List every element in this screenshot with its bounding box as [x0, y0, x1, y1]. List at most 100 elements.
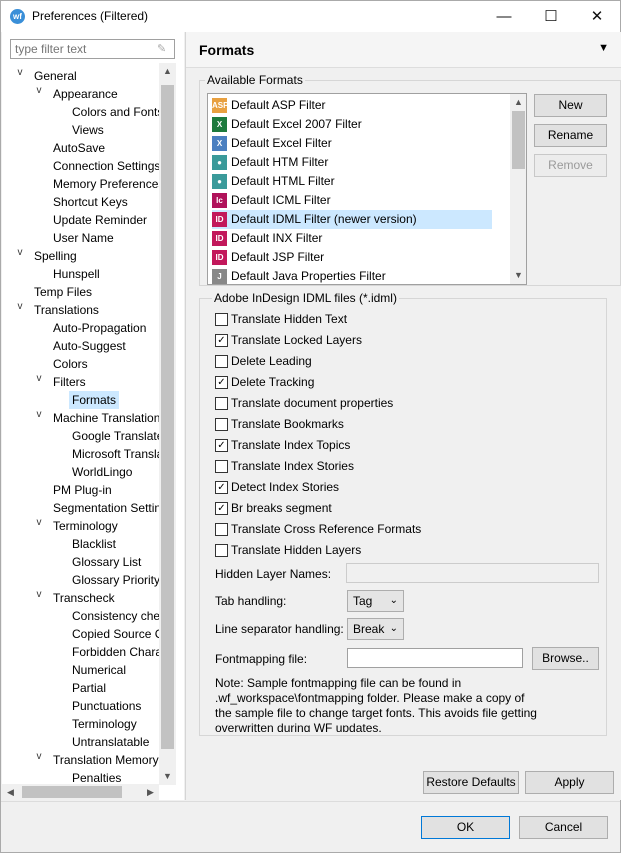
tree-expand-chevron-icon[interactable]: v	[14, 67, 26, 85]
tree-item[interactable]: Formats	[69, 391, 120, 409]
tree-expand-chevron-icon[interactable]: v	[14, 247, 26, 265]
filter-field[interactable]: ✎	[10, 39, 175, 59]
java-file-icon: J	[212, 269, 227, 284]
scroll-down-arrow-icon[interactable]: ▼	[510, 267, 526, 284]
scroll-right-arrow-icon[interactable]: ▶	[142, 784, 159, 800]
checkbox-unchecked-icon[interactable]	[215, 355, 228, 368]
ok-button[interactable]: OK	[421, 816, 510, 839]
browse-button[interactable]: Browse..	[532, 647, 599, 670]
tree-expand-chevron-icon[interactable]: v	[33, 409, 45, 427]
tree-expand-chevron-icon[interactable]: v	[33, 373, 45, 391]
tree-item[interactable]: Segmentation Settings	[53, 499, 159, 517]
tree-item[interactable]: Numerical	[72, 661, 126, 679]
scrollbar-thumb[interactable]	[512, 111, 525, 169]
tree-item[interactable]: Copied Source Check	[72, 625, 159, 643]
tree-expand-chevron-icon[interactable]: v	[33, 589, 45, 607]
tree-item[interactable]: Colors and Fonts	[72, 103, 159, 121]
checkbox-unchecked-icon[interactable]	[215, 397, 228, 410]
filter-input[interactable]	[11, 40, 151, 58]
minimize-button[interactable]: —	[481, 1, 527, 32]
tree-item[interactable]: WorldLingo	[72, 463, 132, 481]
tab-handling-select[interactable]: Tag ⌄	[347, 590, 404, 612]
tree-expand-chevron-icon[interactable]: v	[33, 517, 45, 535]
tree-item[interactable]: Update Reminder	[53, 211, 147, 229]
tree-expand-chevron-icon[interactable]: v	[33, 751, 45, 769]
fontmapping-file-input[interactable]	[347, 648, 523, 668]
tree-item[interactable]: Terminology	[72, 715, 137, 733]
tree-item[interactable]: Terminology	[53, 517, 118, 535]
close-button[interactable]: ✕	[574, 1, 620, 32]
app-icon: wf	[10, 9, 25, 24]
scroll-up-arrow-icon[interactable]: ▲	[159, 63, 176, 80]
maximize-button[interactable]: ☐	[528, 1, 574, 32]
tree-item[interactable]: Spelling	[34, 247, 77, 265]
cancel-button[interactable]: Cancel	[519, 816, 608, 839]
checkbox-unchecked-icon[interactable]	[215, 460, 228, 473]
tree-item[interactable]: Auto-Suggest	[53, 337, 126, 355]
note-line: Note: Sample fontmapping file can be fou…	[215, 676, 462, 690]
tree-horizontal-scrollbar[interactable]: ◀ ▶	[2, 784, 159, 800]
tree-item[interactable]: PM Plug-in	[53, 481, 112, 499]
tree-item[interactable]: Views	[72, 121, 104, 139]
restore-defaults-button[interactable]: Restore Defaults	[423, 771, 519, 794]
tree-item[interactable]: Punctuations	[72, 697, 141, 715]
tree-item[interactable]: Microsoft Translator	[72, 445, 159, 463]
clear-filter-icon[interactable]: ✎	[157, 42, 171, 56]
tree-item[interactable]: Consistency check	[72, 607, 159, 625]
checkbox-checked-icon[interactable]: ✓	[215, 481, 228, 494]
remove-format-button[interactable]: Remove	[534, 154, 607, 177]
checkbox-checked-icon[interactable]: ✓	[215, 334, 228, 347]
tree-item[interactable]: AutoSave	[53, 139, 105, 157]
checkbox-unchecked-icon[interactable]	[215, 418, 228, 431]
format-label: Default JSP Filter	[231, 250, 325, 264]
tree-vertical-scrollbar[interactable]: ▲ ▼	[159, 63, 176, 785]
formats-list[interactable]: ASP Default ASP Filter X Default Excel 2007…	[207, 93, 527, 285]
tree-item[interactable]: Filters	[53, 373, 86, 391]
tree-item[interactable]: Translations	[34, 301, 99, 319]
tree-item[interactable]: Transcheck	[53, 589, 115, 607]
chevron-down-icon: ⌄	[389, 595, 398, 606]
tree-item[interactable]: Penalties	[72, 769, 121, 785]
scroll-down-arrow-icon[interactable]: ▼	[159, 768, 176, 785]
tree-item[interactable]: Memory Preferences	[53, 175, 159, 193]
tree-item[interactable]: Translation Memory	[53, 751, 159, 769]
tree-item[interactable]: Hunspell	[53, 265, 100, 283]
tree-item[interactable]: Appearance	[53, 85, 118, 103]
tree-item[interactable]: Temp Files	[34, 283, 92, 301]
tree-item[interactable]: Glossary List	[72, 553, 141, 571]
scrollbar-thumb[interactable]	[22, 786, 122, 798]
tree-item[interactable]: Colors	[53, 355, 88, 373]
tree-item[interactable]: Glossary Priority	[72, 571, 159, 589]
checkbox-checked-icon[interactable]: ✓	[215, 439, 228, 452]
checkbox-checked-icon[interactable]: ✓	[215, 502, 228, 515]
tree-item[interactable]: Machine Translation	[53, 409, 159, 427]
formats-list-scrollbar[interactable]: ▲ ▼	[510, 94, 526, 284]
rename-format-button[interactable]: Rename	[534, 124, 607, 147]
page-menu-icon[interactable]: ▼	[598, 42, 609, 54]
tree-item[interactable]: Untranslatable	[72, 733, 149, 751]
hidden-layer-names-field[interactable]	[346, 563, 599, 583]
checkbox-unchecked-icon[interactable]	[215, 313, 228, 326]
tree-item[interactable]: Partial	[72, 679, 106, 697]
tree-item[interactable]: Forbidden Characters	[72, 643, 159, 661]
chevron-down-icon: ⌄	[389, 623, 398, 634]
scroll-left-arrow-icon[interactable]: ◀	[2, 784, 19, 800]
format-list-item[interactable]: ID Default IDML Filter (newer version)	[212, 210, 492, 229]
scrollbar-thumb[interactable]	[161, 85, 174, 749]
tree-item[interactable]: Google Translate	[72, 427, 159, 445]
apply-button[interactable]: Apply	[525, 771, 614, 794]
checkbox-unchecked-icon[interactable]	[215, 544, 228, 557]
tree-item[interactable]: Auto-Propagation	[53, 319, 146, 337]
scroll-up-arrow-icon[interactable]: ▲	[510, 94, 526, 111]
checkbox-checked-icon[interactable]: ✓	[215, 376, 228, 389]
new-format-button[interactable]: New	[534, 94, 607, 117]
checkbox-unchecked-icon[interactable]	[215, 523, 228, 536]
tree-item[interactable]: Shortcut Keys	[53, 193, 128, 211]
tree-expand-chevron-icon[interactable]: v	[33, 85, 45, 103]
tree-item[interactable]: Connection Settings	[53, 157, 159, 175]
tree-item[interactable]: User Name	[53, 229, 114, 247]
line-separator-select[interactable]: Break ⌄	[347, 618, 404, 640]
tree-item[interactable]: General	[34, 67, 77, 85]
tree-item[interactable]: Blacklist	[72, 535, 116, 553]
tree-expand-chevron-icon[interactable]: v	[14, 301, 26, 319]
